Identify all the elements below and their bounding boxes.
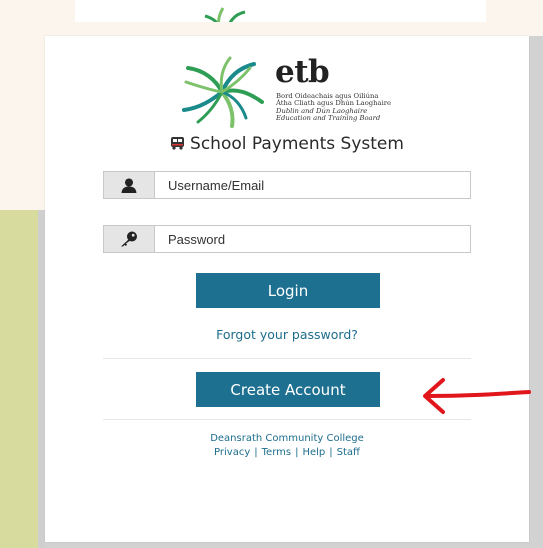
password-field[interactable]: [103, 225, 471, 253]
key-icon: [121, 231, 137, 247]
forgot-password-link[interactable]: Forgot your password?: [45, 327, 529, 342]
divider-top: [103, 358, 471, 359]
privacy-link[interactable]: Privacy: [214, 447, 250, 458]
page-background-strip: [0, 210, 38, 548]
terms-link[interactable]: Terms: [262, 447, 291, 458]
password-input[interactable]: [155, 226, 469, 252]
page-background-edge: [38, 210, 44, 548]
background-card: [75, 0, 486, 22]
footer-separator: |: [295, 447, 299, 458]
login-button[interactable]: Login: [196, 273, 380, 308]
footer-separator: |: [329, 447, 333, 458]
username-addon: [104, 172, 155, 198]
help-link[interactable]: Help: [302, 447, 325, 458]
etb-logo-ghost-icon: [204, 7, 246, 22]
etb-logo: etb Bord Oideachais agus Oiliúna Átha Cl…: [176, 54, 436, 132]
username-input[interactable]: [155, 172, 469, 198]
divider-bottom: [103, 419, 471, 420]
create-account-button[interactable]: Create Account: [196, 372, 380, 407]
etb-swirl-icon: [182, 56, 264, 128]
school-bus-icon: [171, 137, 185, 150]
red-arrow-icon: [423, 378, 531, 414]
password-addon: [104, 226, 155, 252]
staff-link[interactable]: Staff: [337, 447, 360, 458]
logo-line-2: Átha Cliath agus Dhún Laoghaire: [276, 99, 392, 107]
logo-line-4: Education and Training Board: [276, 114, 381, 122]
user-icon: [121, 178, 137, 193]
footer-separator: |: [254, 447, 258, 458]
login-card: etb Bord Oideachais agus Oiliúna Átha Cl…: [45, 36, 529, 542]
username-field[interactable]: [103, 171, 471, 199]
school-name: Deansrath Community College: [210, 433, 364, 444]
page-title: School Payments System: [45, 134, 529, 154]
page-title-text: School Payments System: [190, 134, 404, 154]
etb-wordmark: etb: [275, 54, 330, 90]
footer-links: Privacy | Terms | Help | Staff: [45, 447, 529, 458]
